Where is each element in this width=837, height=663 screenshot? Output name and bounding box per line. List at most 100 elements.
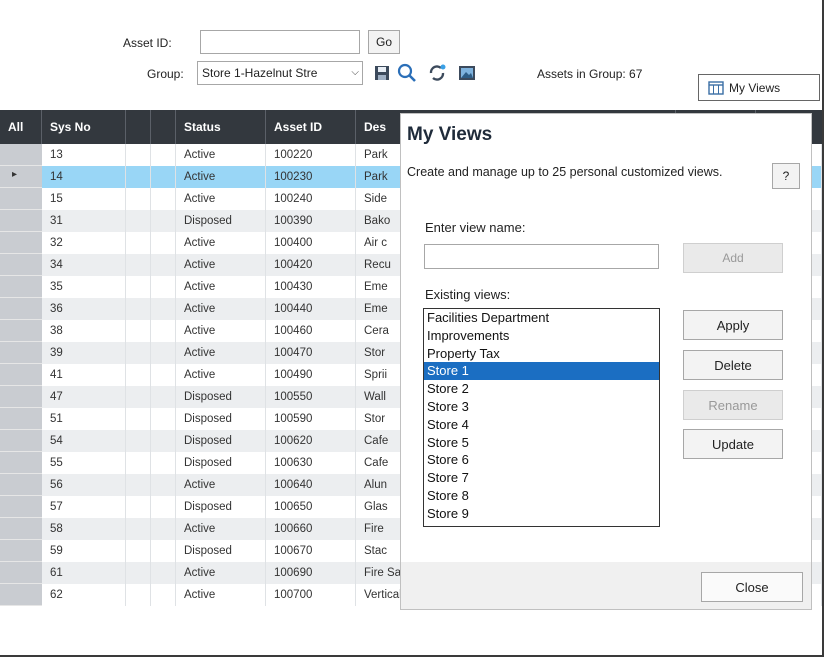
image-icon[interactable] [458, 64, 476, 82]
view-option[interactable]: Store 6 [424, 451, 659, 469]
row-selector[interactable] [0, 320, 42, 342]
row-selector[interactable] [0, 364, 42, 386]
search-icon[interactable] [397, 63, 417, 83]
row-selector[interactable] [0, 496, 42, 518]
my-views-button[interactable]: My Views [698, 74, 820, 101]
cell-sys-no: 35 [42, 276, 126, 298]
my-views-title: My Views [407, 124, 493, 145]
cell-status: Disposed [176, 430, 266, 452]
header-asset-id[interactable]: Asset ID [266, 110, 356, 144]
help-button[interactable]: ? [772, 163, 800, 189]
cell-blank-1 [126, 518, 151, 540]
cell-blank-2 [151, 342, 176, 364]
cell-blank-1 [126, 496, 151, 518]
view-option[interactable]: Store 2 [424, 380, 659, 398]
existing-views-list[interactable]: Facilities Department Improvements Propert… [423, 308, 660, 527]
view-option[interactable]: Store 8 [424, 487, 659, 505]
cell-status: Active [176, 342, 266, 364]
asset-id-input[interactable] [200, 30, 360, 54]
view-option[interactable]: Store 5 [424, 434, 659, 452]
rename-button[interactable]: Rename [683, 390, 783, 420]
row-selector[interactable] [0, 298, 42, 320]
cell-status: Active [176, 562, 266, 584]
cell-blank-1 [126, 474, 151, 496]
row-selector[interactable]: ▸ [0, 166, 42, 188]
view-option[interactable]: Facilities Department [424, 309, 659, 327]
close-button[interactable]: Close [701, 572, 803, 602]
view-option[interactable]: Store 7 [424, 469, 659, 487]
row-selector[interactable] [0, 408, 42, 430]
row-selector[interactable] [0, 518, 42, 540]
view-name-input[interactable] [424, 244, 659, 269]
row-selector[interactable] [0, 254, 42, 276]
cell-blank-1 [126, 408, 151, 430]
delete-button[interactable]: Delete [683, 350, 783, 380]
group-select-value: Store 1-Hazelnut Stre [202, 66, 318, 80]
row-selector[interactable] [0, 430, 42, 452]
cell-status: Active [176, 144, 266, 166]
row-selector[interactable] [0, 452, 42, 474]
cell-status: Disposed [176, 386, 266, 408]
current-row-icon: ▸ [12, 169, 18, 180]
cell-sys-no: 47 [42, 386, 126, 408]
cell-blank-2 [151, 298, 176, 320]
view-option[interactable]: Store 3 [424, 398, 659, 416]
cell-status: Active [176, 166, 266, 188]
view-option[interactable]: Improvements [424, 327, 659, 345]
view-option[interactable]: Store 9 [424, 505, 659, 523]
cell-blank-2 [151, 320, 176, 342]
cell-blank-2 [151, 210, 176, 232]
cell-sys-no: 31 [42, 210, 126, 232]
row-selector[interactable] [0, 342, 42, 364]
chevron-down-icon: ⌵ [349, 62, 359, 84]
cell-asset-id: 100630 [266, 452, 356, 474]
cell-sys-no: 61 [42, 562, 126, 584]
row-selector[interactable] [0, 386, 42, 408]
header-all[interactable]: All [0, 110, 42, 144]
refresh-icon[interactable] [427, 63, 447, 83]
save-icon[interactable] [374, 65, 390, 81]
cell-status: Disposed [176, 540, 266, 562]
row-selector[interactable] [0, 188, 42, 210]
cell-sys-no: 36 [42, 298, 126, 320]
cell-sys-no: 58 [42, 518, 126, 540]
enter-view-name-label: Enter view name: [425, 220, 526, 235]
row-selector[interactable] [0, 584, 42, 606]
header-sys-no[interactable]: Sys No [42, 110, 126, 144]
add-button[interactable]: Add [683, 243, 783, 273]
update-button[interactable]: Update [683, 429, 783, 459]
cell-blank-2 [151, 562, 176, 584]
cell-status: Active [176, 254, 266, 276]
header-blank-1[interactable] [126, 110, 151, 144]
header-blank-2[interactable] [151, 110, 176, 144]
row-selector[interactable] [0, 474, 42, 496]
cell-blank-2 [151, 364, 176, 386]
row-selector[interactable] [0, 276, 42, 298]
cell-blank-1 [126, 364, 151, 386]
view-option[interactable]: Store 4 [424, 416, 659, 434]
cell-blank-1 [126, 430, 151, 452]
row-selector[interactable] [0, 232, 42, 254]
cell-asset-id: 100400 [266, 232, 356, 254]
group-select[interactable]: Store 1-Hazelnut Stre ⌵ [197, 61, 363, 85]
cell-sys-no: 13 [42, 144, 126, 166]
cell-blank-2 [151, 276, 176, 298]
apply-button[interactable]: Apply [683, 310, 783, 340]
row-selector[interactable] [0, 144, 42, 166]
cell-status: Active [176, 276, 266, 298]
row-selector[interactable] [0, 210, 42, 232]
row-selector[interactable] [0, 562, 42, 584]
header-status[interactable]: Status [176, 110, 266, 144]
view-option[interactable]: Store 1 [424, 362, 659, 381]
cell-sys-no: 59 [42, 540, 126, 562]
existing-views-label: Existing views: [425, 287, 511, 302]
cell-blank-2 [151, 254, 176, 276]
cell-blank-1 [126, 144, 151, 166]
cell-blank-1 [126, 452, 151, 474]
go-button[interactable]: Go [368, 30, 400, 54]
cell-status: Disposed [176, 452, 266, 474]
cell-asset-id: 100550 [266, 386, 356, 408]
view-option[interactable]: Property Tax [424, 345, 659, 363]
cell-sys-no: 34 [42, 254, 126, 276]
row-selector[interactable] [0, 540, 42, 562]
